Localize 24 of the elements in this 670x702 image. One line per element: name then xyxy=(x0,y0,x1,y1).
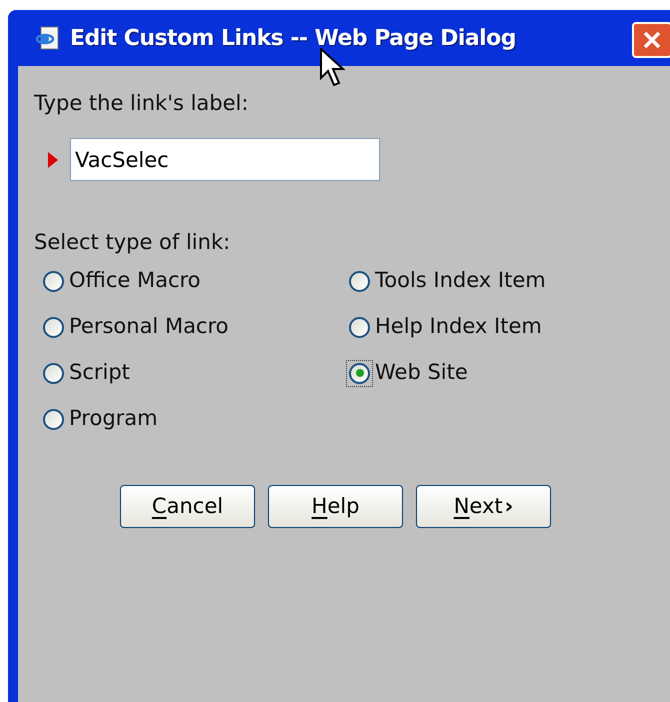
option-label: Help Index Item xyxy=(375,313,542,340)
mouse-cursor-icon xyxy=(320,48,346,88)
option-label: Program xyxy=(69,405,158,432)
label-input[interactable]: VacSelec xyxy=(70,138,380,181)
field-label: Select type of link: xyxy=(34,229,232,256)
radio-button[interactable] xyxy=(43,408,64,430)
option-label: Personal Macro xyxy=(69,313,228,340)
close-button[interactable] xyxy=(632,22,670,58)
radio-button[interactable] xyxy=(349,270,370,292)
dialog-button[interactable]: Help xyxy=(268,485,403,528)
pointer-triangle-icon xyxy=(48,152,58,168)
field-label: Type the link's label: xyxy=(34,90,250,117)
radio-button[interactable] xyxy=(349,316,370,338)
close-icon xyxy=(642,30,662,50)
radio-button[interactable] xyxy=(43,270,64,292)
option-label: Office Macro xyxy=(69,267,201,294)
dialog-button[interactable]: Cancel xyxy=(120,485,255,528)
option-label: Web Site xyxy=(375,359,468,386)
window-title: Edit Custom Links -- Web Page Dialog xyxy=(70,24,516,52)
dialog-button[interactable]: Next› xyxy=(416,485,551,528)
option-label: Tools Index Item xyxy=(375,267,546,294)
option-label: Script xyxy=(69,359,130,386)
radio-button[interactable] xyxy=(43,316,64,338)
radio-button[interactable] xyxy=(43,362,64,384)
